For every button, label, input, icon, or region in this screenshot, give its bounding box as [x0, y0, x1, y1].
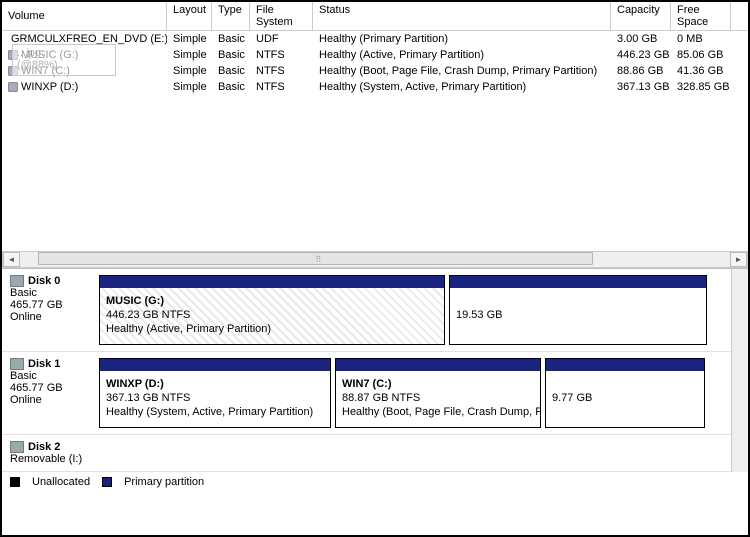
legend: Unallocated Primary partition: [2, 472, 748, 492]
scroll-thumb[interactable]: ⠿: [38, 252, 593, 265]
disk-type: Removable (I:): [10, 453, 93, 465]
vertical-scrollbar[interactable]: [731, 269, 748, 472]
col-volume[interactable]: Volume: [2, 2, 167, 30]
partition-header: [450, 276, 706, 288]
partition-header: [336, 359, 540, 371]
disk-title: Disk 1: [28, 358, 60, 370]
disk-row[interactable]: Disk 1Basic465.77 GBOnlineWINXP (D:)367.…: [2, 352, 731, 435]
partition-header: [100, 276, 444, 288]
cell-fs: NTFS: [250, 64, 313, 78]
col-filesystem[interactable]: File System: [250, 2, 313, 30]
cell-status: Healthy (Primary Partition): [313, 32, 611, 46]
disk-info[interactable]: Disk 2Removable (I:): [2, 435, 99, 471]
cell-free: 41.36 GB: [671, 64, 731, 78]
legend-unallocated: Unallocated: [32, 476, 90, 488]
partition[interactable]: WINXP (D:)367.13 GB NTFSHealthy (System,…: [99, 358, 331, 428]
volume-icon: [8, 50, 18, 60]
col-capacity[interactable]: Capacity: [611, 2, 671, 30]
volume-icon: [8, 82, 18, 92]
disk-title: Disk 2: [28, 441, 60, 453]
disk-type: Basic: [10, 370, 93, 382]
table-row[interactable]: WIN7 (C:) SimpleBasicNTFSHealthy (Boot, P…: [2, 63, 748, 79]
cell-fs: NTFS: [250, 48, 313, 62]
col-status[interactable]: Status: [313, 2, 611, 30]
volume-name: GRMCULXFREO_EN_DVD (E:): [11, 33, 167, 45]
swatch-primary-icon: [102, 477, 112, 487]
cell-free: 85.06 GB: [671, 48, 731, 62]
partition-name: WINXP (D:): [106, 377, 324, 391]
table-row[interactable]: GRMCULXFREO_EN_DVD (E:)SimpleBasicUDFHea…: [2, 31, 748, 47]
disk-state: Online: [10, 311, 93, 323]
disk-size: 465.77 GB: [10, 299, 93, 311]
disk-partitions: [99, 435, 731, 471]
cell-fs: NTFS: [250, 80, 313, 94]
disk-type: Basic: [10, 287, 93, 299]
cell-layout: Simple: [167, 80, 212, 94]
partition-header: [100, 359, 330, 371]
disk-title: Disk 0: [28, 275, 60, 287]
partition-size: 19.53 GB: [456, 308, 700, 322]
cell-cap: 367.13 GB: [611, 80, 671, 94]
partition[interactable]: 9.77 GB: [545, 358, 705, 428]
disk-partitions: MUSIC (G:)446.23 GB NTFSHealthy (Active,…: [99, 269, 731, 351]
partition[interactable]: MUSIC (G:)446.23 GB NTFSHealthy (Active,…: [99, 275, 445, 345]
cell-cap: 446.23 GB: [611, 48, 671, 62]
volume-table-header[interactable]: Volume Layout Type File System Status Ca…: [2, 2, 748, 31]
col-layout[interactable]: Layout: [167, 2, 212, 30]
hard-disk-icon: [10, 358, 24, 370]
partition-status: Healthy (System, Active, Primary Partiti…: [106, 405, 324, 419]
disk-row[interactable]: Disk 2Removable (I:): [2, 435, 731, 472]
partition-status: Healthy (Boot, Page File, Crash Dump, P: [342, 405, 534, 419]
partition[interactable]: 19.53 GB: [449, 275, 707, 345]
cell-free: 328.85 GB: [671, 80, 731, 94]
volume-name: MUSIC (G:): [21, 49, 78, 61]
cell-type: Basic: [212, 80, 250, 94]
partition-name: MUSIC (G:): [106, 294, 438, 308]
partition[interactable]: WIN7 (C:)88.87 GB NTFSHealthy (Boot, Pag…: [335, 358, 541, 428]
cell-free: 0 MB: [671, 32, 731, 46]
cell-status: Healthy (Boot, Page File, Crash Dump, Pr…: [313, 64, 611, 78]
partition-size: 367.13 GB NTFS: [106, 391, 324, 405]
cell-status: Healthy (Active, Primary Partition): [313, 48, 611, 62]
partition-size: 446.23 GB NTFS: [106, 308, 438, 322]
table-row[interactable]: MUSIC (G:) SimpleBasicNTFSHealthy (Active…: [2, 47, 748, 63]
cell-type: Basic: [212, 64, 250, 78]
partition-status: Healthy (Active, Primary Partition): [106, 322, 438, 336]
cell-layout: Simple: [167, 64, 212, 78]
cell-cap: 3.00 GB: [611, 32, 671, 46]
partition-size: 88.87 GB NTFS: [342, 391, 534, 405]
hard-disk-icon: [10, 275, 24, 287]
cell-cap: 88.86 GB: [611, 64, 671, 78]
volume-name: WINXP (D:): [21, 81, 78, 93]
swatch-unallocated-icon: [10, 477, 20, 487]
scroll-track[interactable]: ⠿: [20, 252, 730, 267]
cell-layout: Simple: [167, 32, 212, 46]
scroll-left-arrow-icon[interactable]: ◄: [3, 252, 20, 267]
disk-info[interactable]: Disk 1Basic465.77 GBOnline: [2, 352, 99, 434]
partition-size: 9.77 GB: [552, 391, 698, 405]
volume-name: WIN7 (C:): [21, 65, 70, 77]
cell-layout: Simple: [167, 48, 212, 62]
disk-state: Online: [10, 394, 93, 406]
table-row[interactable]: WINXP (D:) SimpleBasicNTFSHealthy (System…: [2, 79, 748, 95]
hard-disk-icon: [10, 441, 24, 453]
legend-primary: Primary partition: [124, 476, 204, 488]
volume-icon: [8, 66, 18, 76]
partition-name: WIN7 (C:): [342, 377, 534, 391]
col-freespace[interactable]: Free Space: [671, 2, 731, 30]
disk-row[interactable]: Disk 0Basic465.77 GBOnlineMUSIC (G:)446.…: [2, 269, 731, 352]
disk-size: 465.77 GB: [10, 382, 93, 394]
cell-type: Basic: [212, 32, 250, 46]
cell-type: Basic: [212, 48, 250, 62]
partition-header: [546, 359, 704, 371]
col-type[interactable]: Type: [212, 2, 250, 30]
disk-info[interactable]: Disk 0Basic465.77 GBOnline: [2, 269, 99, 351]
scroll-right-arrow-icon[interactable]: ►: [730, 252, 747, 267]
cell-status: Healthy (System, Active, Primary Partiti…: [313, 80, 611, 94]
cell-fs: UDF: [250, 32, 313, 46]
horizontal-scrollbar[interactable]: ◄ ⠿ ►: [2, 251, 748, 268]
disk-partitions: WINXP (D:)367.13 GB NTFSHealthy (System,…: [99, 352, 731, 434]
